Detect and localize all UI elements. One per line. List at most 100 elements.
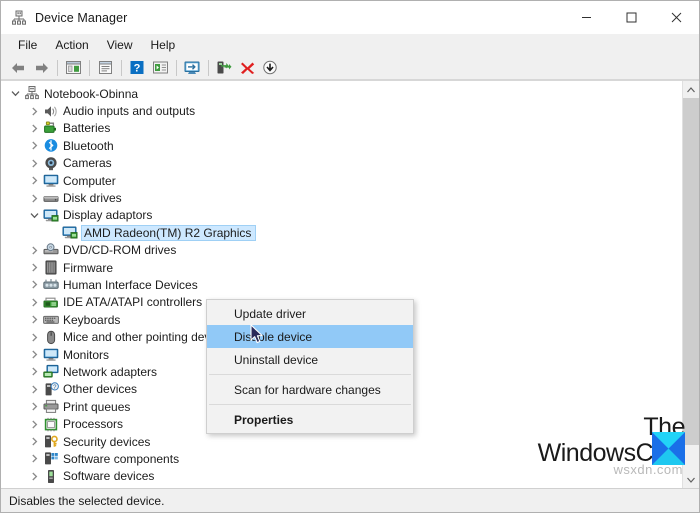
security-device-icon <box>42 434 60 450</box>
scrollbar-track[interactable] <box>683 98 699 471</box>
context-menu-item-scan-for-hardware-changes[interactable]: Scan for hardware changes <box>207 378 413 401</box>
chevron-right-icon[interactable] <box>26 194 42 203</box>
uninstall-device-icon[interactable] <box>236 58 258 78</box>
scrollbar-thumb[interactable] <box>683 98 699 445</box>
context-menu[interactable]: Update driver Disable device Uninstall d… <box>206 299 414 434</box>
tree-item[interactable]: Disk drives <box>1 189 682 206</box>
chevron-down-icon[interactable] <box>26 211 42 220</box>
tree-item[interactable]: Software devices <box>1 468 682 485</box>
tree-item-label: Security devices <box>63 434 151 449</box>
tree-item-label: AMD Radeon(TM) R2 Graphics <box>80 224 257 241</box>
optical-drive-icon <box>42 242 60 258</box>
toolbar-separator <box>89 59 90 76</box>
tree-item[interactable]: Batteries <box>1 120 682 137</box>
minimize-button[interactable] <box>564 1 609 34</box>
tree-item-label: IDE ATA/ATAPI controllers <box>63 295 203 310</box>
toolbar-separator <box>57 59 58 76</box>
enable-device-icon[interactable] <box>213 58 235 78</box>
battery-icon <box>42 120 60 136</box>
tree-item[interactable]: Computer <box>1 172 682 189</box>
vertical-scrollbar[interactable] <box>682 81 699 488</box>
title-bar: Device Manager <box>1 1 699 34</box>
tree-item[interactable]: Sound, video and game controllers <box>1 485 682 488</box>
chevron-right-icon[interactable] <box>26 315 42 324</box>
chevron-right-icon[interactable] <box>26 367 42 376</box>
context-menu-item-disable-device[interactable]: Disable device <box>207 325 413 348</box>
context-menu-item-uninstall-device[interactable]: Uninstall device <box>207 348 413 371</box>
processor-icon <box>42 416 60 432</box>
chevron-right-icon[interactable] <box>26 385 42 394</box>
speaker-icon <box>42 103 60 119</box>
context-menu-item-update-driver[interactable]: Update driver <box>207 302 413 325</box>
tree-item[interactable]: Software components <box>1 450 682 467</box>
menu-action[interactable]: Action <box>46 36 97 54</box>
forward-arrow-icon[interactable] <box>30 58 52 78</box>
chevron-right-icon[interactable] <box>26 350 42 359</box>
computer-root-icon <box>23 86 41 102</box>
tree-item[interactable]: Human Interface Devices <box>1 276 682 293</box>
menu-help[interactable]: Help <box>142 36 185 54</box>
display-adapter-icon <box>42 207 60 223</box>
chevron-right-icon[interactable] <box>26 246 42 255</box>
tree-item-label: Computer <box>63 173 116 188</box>
ide-controller-icon <box>42 294 60 310</box>
scroll-down-button[interactable] <box>683 471 699 488</box>
menu-bar: File Action View Help <box>1 34 699 56</box>
show-hide-console-tree-icon[interactable] <box>62 58 84 78</box>
monitor-icon <box>42 173 60 189</box>
tree-item[interactable]: Security devices <box>1 433 682 450</box>
context-menu-separator <box>209 404 411 405</box>
disable-device-icon[interactable] <box>259 58 281 78</box>
close-button[interactable] <box>654 1 699 34</box>
bluetooth-icon <box>42 138 60 154</box>
toolbar-separator <box>121 59 122 76</box>
chevron-right-icon[interactable] <box>26 454 42 463</box>
tree-item-label: DVD/CD-ROM drives <box>63 243 177 258</box>
chevron-right-icon[interactable] <box>26 298 42 307</box>
tree-item[interactable]: AMD Radeon(TM) R2 Graphics <box>1 224 682 241</box>
chevron-down-icon[interactable] <box>7 89 23 98</box>
toolbar-separator <box>208 59 209 76</box>
maximize-button[interactable] <box>609 1 654 34</box>
tree-item[interactable]: Firmware <box>1 259 682 276</box>
chevron-right-icon[interactable] <box>26 402 42 411</box>
chevron-right-icon[interactable] <box>26 159 42 168</box>
display-adapter-icon <box>61 225 79 241</box>
tree-item-label: Software devices <box>63 469 155 484</box>
update-driver-icon[interactable] <box>149 58 171 78</box>
chevron-right-icon[interactable] <box>26 176 42 185</box>
tree-item[interactable]: DVD/CD-ROM drives <box>1 242 682 259</box>
chevron-right-icon[interactable] <box>26 333 42 342</box>
chevron-right-icon[interactable] <box>26 107 42 116</box>
firmware-icon <box>42 260 60 276</box>
chevron-right-icon[interactable] <box>26 141 42 150</box>
tree-item[interactable]: Cameras <box>1 155 682 172</box>
tree-item-label: Human Interface Devices <box>63 277 198 292</box>
scan-for-hardware-changes-icon[interactable] <box>181 58 203 78</box>
menu-view[interactable]: View <box>98 36 142 54</box>
context-menu-item-properties[interactable]: Properties <box>207 408 413 431</box>
tree-item[interactable]: Display adaptors <box>1 207 682 224</box>
tree-item-label: Notebook-Obinna <box>44 86 139 101</box>
help-icon[interactable]: ? <box>126 58 148 78</box>
scroll-up-button[interactable] <box>683 81 699 98</box>
tree-root-node[interactable]: Notebook-Obinna <box>1 85 682 102</box>
chevron-right-icon[interactable] <box>26 263 42 272</box>
tree-item[interactable]: Bluetooth <box>1 137 682 154</box>
chevron-right-icon[interactable] <box>26 437 42 446</box>
menu-file[interactable]: File <box>9 36 46 54</box>
properties-icon[interactable] <box>94 58 116 78</box>
tree-item-label: Processors <box>63 417 124 432</box>
device-manager-window: Device Manager File Action View Help ? N… <box>0 0 700 513</box>
chevron-right-icon[interactable] <box>26 280 42 289</box>
chevron-right-icon[interactable] <box>26 420 42 429</box>
chevron-right-icon[interactable] <box>26 124 42 133</box>
chevron-right-icon[interactable] <box>26 472 42 481</box>
mouse-icon <box>42 329 60 345</box>
tree-item[interactable]: Audio inputs and outputs <box>1 102 682 119</box>
other-device-icon: ? <box>42 381 60 397</box>
tree-item-label: Batteries <box>63 121 111 136</box>
back-arrow-icon[interactable] <box>7 58 29 78</box>
tree-item-label: Disk drives <box>63 191 122 206</box>
svg-text:?: ? <box>134 63 141 75</box>
